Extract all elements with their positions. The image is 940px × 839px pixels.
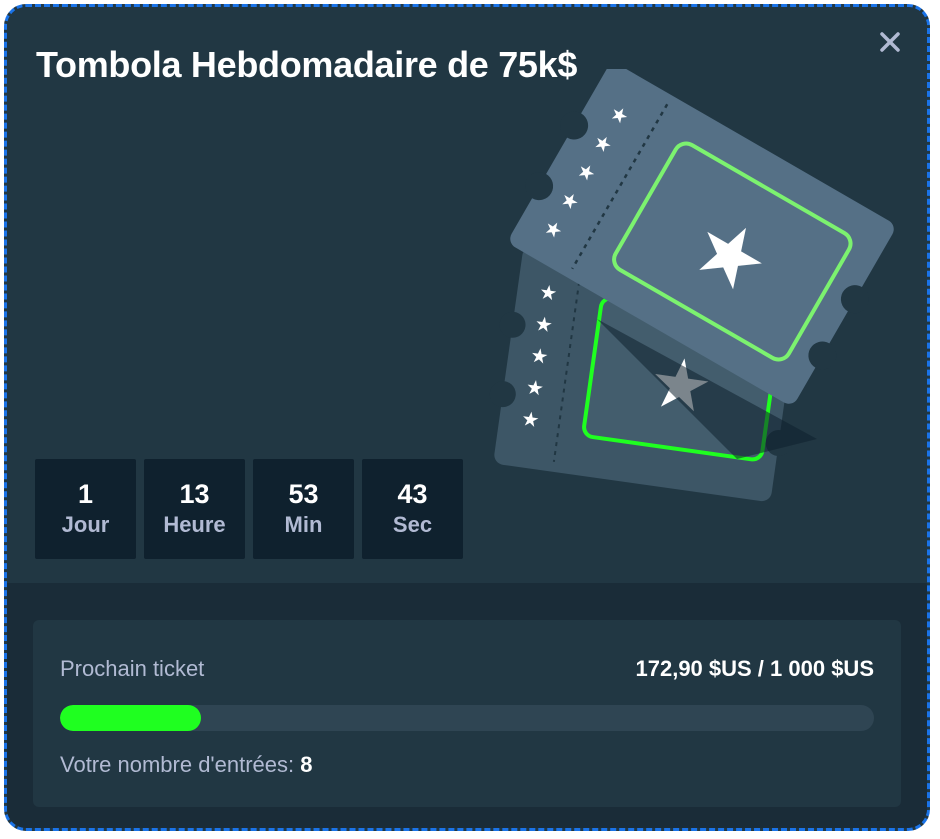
progress-header: Prochain ticket 172,90 $US / 1 000 $US xyxy=(60,656,874,682)
countdown-hours-value: 13 xyxy=(179,479,210,509)
entries-count: Votre nombre d'entrées: 8 xyxy=(60,752,313,778)
wager-amount: 172,90 $US / 1 000 $US xyxy=(635,656,875,681)
countdown-hours: 13 Heure xyxy=(144,459,245,559)
svg-text:★: ★ xyxy=(538,281,559,305)
svg-text:★: ★ xyxy=(533,313,554,337)
raffle-footer: Prochain ticket 172,90 $US / 1 000 $US V… xyxy=(7,583,927,828)
raffle-header: Tombola Hebdomadaire de 75k$ ★ ★ ★ ★ ★ ★… xyxy=(7,7,927,583)
countdown-minutes: 53 Min xyxy=(253,459,354,559)
close-button[interactable] xyxy=(873,25,907,59)
progress-bar-fill xyxy=(60,705,201,731)
raffle-tickets-icon: ★ ★ ★ ★ ★ ★ ★ ★ ★ ★ ★ xyxy=(489,69,894,502)
countdown-days-label: Jour xyxy=(61,512,110,537)
countdown-hours-label: Heure xyxy=(163,512,226,537)
countdown-days-value: 1 xyxy=(77,479,94,509)
svg-text:★: ★ xyxy=(524,376,545,400)
countdown-seconds: 43 Sec xyxy=(362,459,463,559)
countdown-seconds-value: 43 xyxy=(397,479,428,509)
countdown-days: 1 Jour xyxy=(35,459,136,559)
progress-bar xyxy=(60,705,874,731)
entries-label: Votre nombre d'entrées: xyxy=(60,752,295,777)
ticket-progress-card: Prochain ticket 172,90 $US / 1 000 $US V… xyxy=(33,620,901,807)
next-ticket-label: Prochain ticket xyxy=(60,656,205,681)
countdown-minutes-label: Min xyxy=(284,512,323,537)
countdown-timer: 1 Jour 13 Heure 53 Min 43 Sec xyxy=(35,459,463,559)
countdown-minutes-value: 53 xyxy=(288,479,319,509)
entries-value: 8 xyxy=(300,752,313,777)
svg-text:★: ★ xyxy=(520,408,541,432)
raffle-modal: Tombola Hebdomadaire de 75k$ ★ ★ ★ ★ ★ ★… xyxy=(4,4,930,831)
close-icon xyxy=(880,32,900,52)
countdown-seconds-label: Sec xyxy=(392,512,433,537)
svg-text:★: ★ xyxy=(529,345,550,369)
